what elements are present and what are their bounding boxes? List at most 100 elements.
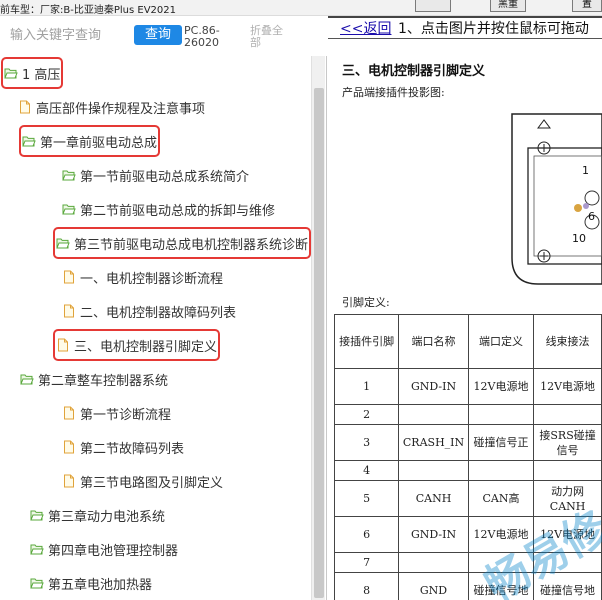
document-icon: [62, 474, 76, 488]
table-row: 3 CRASH_IN 碰撞信号正 接SRS碰撞信号: [333, 424, 602, 461]
tree-item[interactable]: 第三章动力电池系统: [30, 502, 165, 528]
table-cell: GND-IN: [398, 516, 469, 553]
toolbar-button-middle[interactable]: 黑重: [490, 0, 526, 12]
left-navigation-panel: 查询 PC.86-26020 折叠全部 1 高压高压部件操作规程及注意事项第一章…: [0, 16, 327, 600]
table-cell: [533, 552, 602, 573]
table-row: 5 CANH CAN高 动力网CANH: [333, 480, 602, 517]
document-viewer: <<返回 1、点击图片并按住鼠标可拖动 三、电机控制器引脚定义 产品端接插件投影…: [328, 16, 602, 600]
tree-item-label: 第一章前驱电动总成: [40, 135, 158, 151]
tree-item-label: 第四章电池管理控制器: [48, 543, 179, 559]
table-header: 接插件引脚: [333, 314, 400, 369]
tree-item[interactable]: 三、电机控制器引脚定义: [52, 329, 221, 361]
pin-definition-table: 接插件引脚 端口名称 端口定义 线束接法 1 GND-IN 12V电源地 12V电源地…: [333, 314, 602, 600]
table-cell: [398, 460, 469, 481]
table-row: 2: [333, 404, 602, 425]
table-header: 端口定义: [467, 314, 535, 369]
folder-open-icon: [56, 236, 70, 250]
tree-item-label: 三、电机控制器引脚定义: [74, 339, 218, 355]
document-icon: [62, 270, 76, 284]
tree-item[interactable]: 高压部件操作规程及注意事项: [18, 94, 205, 120]
tree-item[interactable]: 二、电机控制器故障码列表: [62, 298, 236, 324]
tree-item[interactable]: 第一章前驱电动总成: [18, 125, 161, 157]
tree-item[interactable]: 第二节前驱电动总成的拆卸与维修: [62, 196, 275, 222]
tree-item-label: 第二节故障码列表: [80, 441, 185, 457]
header-divider: [328, 38, 602, 39]
document-title: 1、点击图片并按住鼠标可拖动: [398, 21, 589, 37]
table-row: 1 GND-IN 12V电源地 12V电源地: [333, 368, 602, 405]
table-cell: CANH: [398, 480, 469, 517]
tree-item[interactable]: 第四章电池管理控制器: [30, 536, 178, 562]
tree-item-label: 1 高压: [22, 67, 61, 83]
model-code: PC.86-26020: [184, 24, 220, 49]
folder-open-icon: [62, 202, 76, 216]
table-cell: [533, 404, 602, 425]
tree-item-label: 二、电机控制器故障码列表: [80, 305, 237, 321]
table-cell: 12V电源地: [533, 368, 602, 405]
query-button[interactable]: 查询: [134, 25, 182, 45]
search-input[interactable]: [4, 24, 130, 46]
folder-open-icon: [22, 134, 36, 148]
table-cell: 1: [333, 368, 400, 405]
toolbar-button-left[interactable]: [415, 0, 451, 12]
tree-scrollbar[interactable]: [311, 56, 325, 600]
document-icon: [62, 406, 76, 420]
document-icon: [62, 304, 76, 318]
collapse-all-button[interactable]: 折叠全部: [250, 25, 290, 49]
toolbar-button-right[interactable]: 置: [572, 0, 602, 12]
section-title: 三、电机控制器引脚定义: [342, 64, 486, 79]
table-row: 4: [333, 460, 602, 481]
tree-item[interactable]: 第二章整车控制器系统: [20, 366, 168, 392]
tree-item[interactable]: 第三节电路图及引脚定义: [62, 468, 223, 494]
top-strip: 前车型：厂家:B-比亚迪秦Plus EV2021 黑重 置: [0, 0, 602, 16]
table-cell: [467, 460, 535, 481]
table-cell: 接SRS碰撞信号: [533, 424, 602, 461]
projection-caption: 产品端接插件投影图:: [342, 86, 445, 99]
tree-item[interactable]: 一、电机控制器诊断流程: [62, 264, 223, 290]
folder-open-icon: [30, 576, 44, 590]
table-cell: 12V电源地: [467, 368, 535, 405]
tree-item-label: 一、电机控制器诊断流程: [80, 271, 224, 287]
tree-item[interactable]: 第一节前驱电动总成系统简介: [62, 162, 249, 188]
table-cell: CRASH_IN: [398, 424, 469, 461]
table-header: 端口名称: [398, 314, 469, 369]
connector-pin-label: 6: [588, 210, 595, 223]
table-cell: [533, 460, 602, 481]
document-icon: [62, 440, 76, 454]
tree-item[interactable]: 第二节故障码列表: [62, 434, 184, 460]
table-cell: 5: [333, 480, 400, 517]
table-cell: 碰撞信号地: [467, 572, 535, 600]
table-cell: [467, 404, 535, 425]
tree-item[interactable]: 第三节前驱电动总成电机控制器系统诊断: [52, 227, 312, 259]
tree-item-label: 第一节前驱电动总成系统简介: [80, 169, 250, 185]
table-cell: 碰撞信号地: [533, 572, 602, 600]
tree-item-label: 第三节前驱电动总成电机控制器系统诊断: [74, 237, 309, 253]
tree-item[interactable]: 第一节诊断流程: [62, 400, 171, 426]
table-cell: [398, 404, 469, 425]
table-cell: 2: [333, 404, 400, 425]
document-icon: [18, 100, 32, 114]
tree-item-label: 第三节电路图及引脚定义: [80, 475, 224, 491]
table-cell: 碰撞信号正: [467, 424, 535, 461]
tree-scrollbar-thumb[interactable]: [314, 88, 324, 598]
table-row: 6 GND-IN 12V电源地 12V电源地: [333, 516, 602, 553]
pin-definition-caption: 引脚定义:: [342, 296, 390, 309]
table-cell: 7: [333, 552, 400, 573]
folder-open-icon: [4, 66, 18, 80]
connector-projection-image[interactable]: 1 6 10: [508, 108, 602, 294]
table-cell: GND-IN: [398, 368, 469, 405]
table-cell: 3: [333, 424, 400, 461]
tree-item[interactable]: 第五章电池加热器: [30, 570, 152, 596]
table-cell: [398, 552, 469, 573]
directory-tree: 1 高压 高压部件操作规程及注意事项 第一章前驱电动总成 第一节前驱电动总成系统简介第…: [0, 56, 314, 600]
folder-open-icon: [62, 168, 76, 182]
back-link[interactable]: <<返回: [340, 18, 391, 38]
tree-item-label: 第一节诊断流程: [80, 407, 172, 423]
tree-item-label: 高压部件操作规程及注意事项: [36, 101, 206, 117]
table-cell: 12V电源地: [533, 516, 602, 553]
table-header: 线束接法: [533, 314, 602, 369]
tree-item-label: 第三章动力电池系统: [48, 509, 166, 525]
tree-item[interactable]: 1 高压: [0, 57, 64, 89]
tree-item-label: 第二节前驱电动总成的拆卸与维修: [80, 203, 276, 219]
table-row: 7: [333, 552, 602, 573]
folder-open-icon: [30, 508, 44, 522]
